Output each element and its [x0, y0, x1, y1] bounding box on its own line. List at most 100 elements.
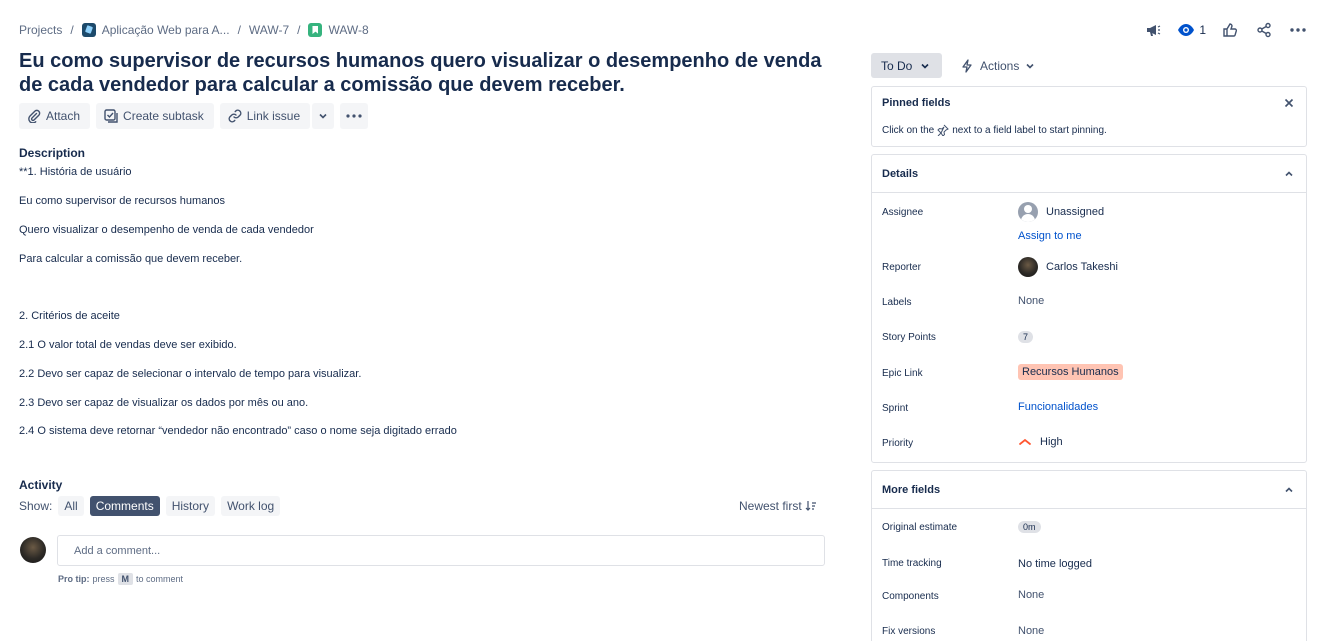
reporter-label: Reporter	[882, 262, 921, 273]
reporter-avatar	[1018, 257, 1038, 277]
epic-link-value[interactable]: Recursos Humanos	[1018, 364, 1123, 380]
story-points-field[interactable]: 7	[1018, 331, 1034, 343]
more-fields-header[interactable]: More fields	[872, 471, 1306, 509]
fix-versions-value[interactable]: None	[1018, 625, 1044, 637]
watch-button[interactable]: 1	[1177, 23, 1206, 37]
pinned-hint-before: Click on the	[882, 124, 935, 136]
watchers-count: 1	[1199, 23, 1206, 37]
more-options-icon[interactable]	[1288, 20, 1308, 40]
details-header[interactable]: Details	[872, 155, 1306, 193]
breadcrumb-separator: /	[70, 23, 74, 37]
pin-icon	[937, 124, 950, 136]
breadcrumb-project[interactable]: Aplicação Web para A...	[102, 23, 230, 37]
breadcrumb-projects[interactable]: Projects	[19, 23, 62, 37]
issue-title[interactable]: Eu como supervisor de recursos humanos q…	[19, 49, 839, 97]
sort-icon	[805, 501, 816, 511]
paperclip-icon	[28, 109, 41, 123]
filter-work-log[interactable]: Work log	[221, 496, 281, 516]
details-title: Details	[882, 167, 919, 180]
pro-tip-press: press	[92, 574, 115, 584]
create-subtask-button[interactable]: Create subtask	[96, 103, 214, 129]
subtask-icon	[104, 109, 118, 123]
labels-label: Labels	[882, 297, 912, 308]
original-estimate-label: Original estimate	[882, 522, 958, 533]
filter-comments[interactable]: Comments	[89, 496, 160, 516]
pro-tip-suffix: to comment	[136, 574, 184, 584]
chevron-up-icon	[1285, 170, 1293, 176]
labels-value[interactable]: None	[1018, 295, 1044, 307]
assignee-value[interactable]: Unassigned	[1018, 202, 1104, 222]
more-fields-panel: More fields Original estimate 0m Time tr…	[871, 470, 1307, 641]
eye-icon	[1178, 24, 1195, 36]
current-user-avatar	[20, 537, 46, 563]
breadcrumb-parent-issue[interactable]: WAW-7	[249, 23, 289, 37]
share-icon[interactable]	[1254, 20, 1274, 40]
project-icon	[81, 23, 96, 37]
breadcrumb-separator: /	[237, 23, 241, 37]
pro-tip-key: M	[117, 573, 134, 585]
breadcrumb-issue[interactable]: WAW-8	[328, 23, 368, 37]
story-points-value: 7	[1018, 331, 1034, 343]
sprint-value[interactable]: Funcionalidades	[1018, 401, 1098, 413]
more-toolbar-button[interactable]	[340, 103, 369, 129]
assignee-label: Assignee	[882, 207, 924, 218]
priority-high-icon	[1019, 438, 1031, 445]
description-line: Quero visualizar o desempenho de venda d…	[19, 224, 314, 236]
assignee-name: Unassigned	[1046, 206, 1105, 218]
megaphone-icon[interactable]	[1143, 20, 1163, 40]
original-estimate-field[interactable]: 0m	[1018, 521, 1041, 533]
issue-toolbar: Attach Create subtask Link issue	[19, 103, 369, 129]
epic-link-label: Epic Link	[882, 368, 923, 379]
more-icon	[346, 114, 362, 118]
description-line: 2. Critérios de aceite	[19, 310, 120, 322]
pinned-fields-hint: Click on the next to a field label to st…	[882, 124, 1107, 136]
original-estimate-value: 0m	[1018, 521, 1041, 533]
link-issue-button[interactable]: Link issue	[219, 103, 311, 129]
description-line: 2.4 O sistema deve retornar “vendedor nã…	[19, 425, 457, 437]
thumbs-up-icon[interactable]	[1220, 20, 1240, 40]
link-issue-dropdown[interactable]	[312, 103, 335, 129]
actions-dropdown[interactable]: Actions	[960, 53, 1035, 78]
components-label: Components	[882, 591, 939, 602]
chevron-down-icon	[921, 63, 929, 69]
breadcrumb-separator: /	[297, 23, 301, 37]
close-icon[interactable]	[1284, 98, 1294, 108]
description-line: 2.2 Devo ser capaz de selecionar o inter…	[19, 368, 362, 380]
description-line: **1. História de usuário	[19, 166, 132, 178]
filter-history[interactable]: History	[165, 496, 216, 516]
priority-label: Priority	[882, 438, 914, 449]
priority-value[interactable]: High	[1018, 436, 1063, 448]
chevron-down-icon	[1026, 63, 1034, 69]
pinned-fields-panel: Pinned fields Click on the next to a fie…	[871, 86, 1307, 147]
unassigned-avatar	[1018, 202, 1038, 222]
chevron-down-icon	[319, 113, 327, 119]
pinned-hint-after: next to a field label to start pinning.	[952, 124, 1107, 136]
time-tracking-value[interactable]: No time logged	[1018, 558, 1092, 570]
status-label: To Do	[881, 58, 913, 73]
add-comment-input[interactable]: Add a comment...	[57, 535, 825, 566]
attach-button[interactable]: Attach	[19, 103, 91, 129]
components-value[interactable]: None	[1018, 589, 1044, 601]
actions-label: Actions	[980, 58, 1020, 73]
time-tracking-label: Time tracking	[882, 558, 942, 569]
reporter-name: Carlos Takeshi	[1046, 261, 1118, 273]
fix-versions-label: Fix versions	[882, 626, 936, 637]
issue-header-actions: 1	[1143, 20, 1308, 40]
story-icon	[308, 23, 323, 37]
description-line: Para calcular a comissão que devem receb…	[19, 253, 243, 265]
sort-order-button[interactable]: Newest first	[739, 499, 817, 513]
attach-label: Attach	[46, 109, 81, 123]
priority-name: High	[1040, 436, 1063, 448]
filter-all[interactable]: All	[58, 496, 84, 516]
status-dropdown[interactable]: To Do	[871, 53, 942, 78]
show-label: Show:	[19, 499, 53, 513]
reporter-value[interactable]: Carlos Takeshi	[1018, 257, 1118, 277]
create-subtask-label: Create subtask	[123, 109, 204, 123]
assign-to-me-link[interactable]: Assign to me	[1018, 230, 1082, 242]
activity-filter-row: Show: All Comments History Work log	[19, 496, 281, 516]
pinned-fields-header: Pinned fields	[872, 87, 1306, 119]
link-issue-label: Link issue	[246, 109, 301, 123]
lightning-icon	[962, 58, 972, 73]
activity-heading: Activity	[19, 478, 63, 492]
details-panel: Details Assignee Unassigned Assign to me…	[871, 154, 1307, 463]
